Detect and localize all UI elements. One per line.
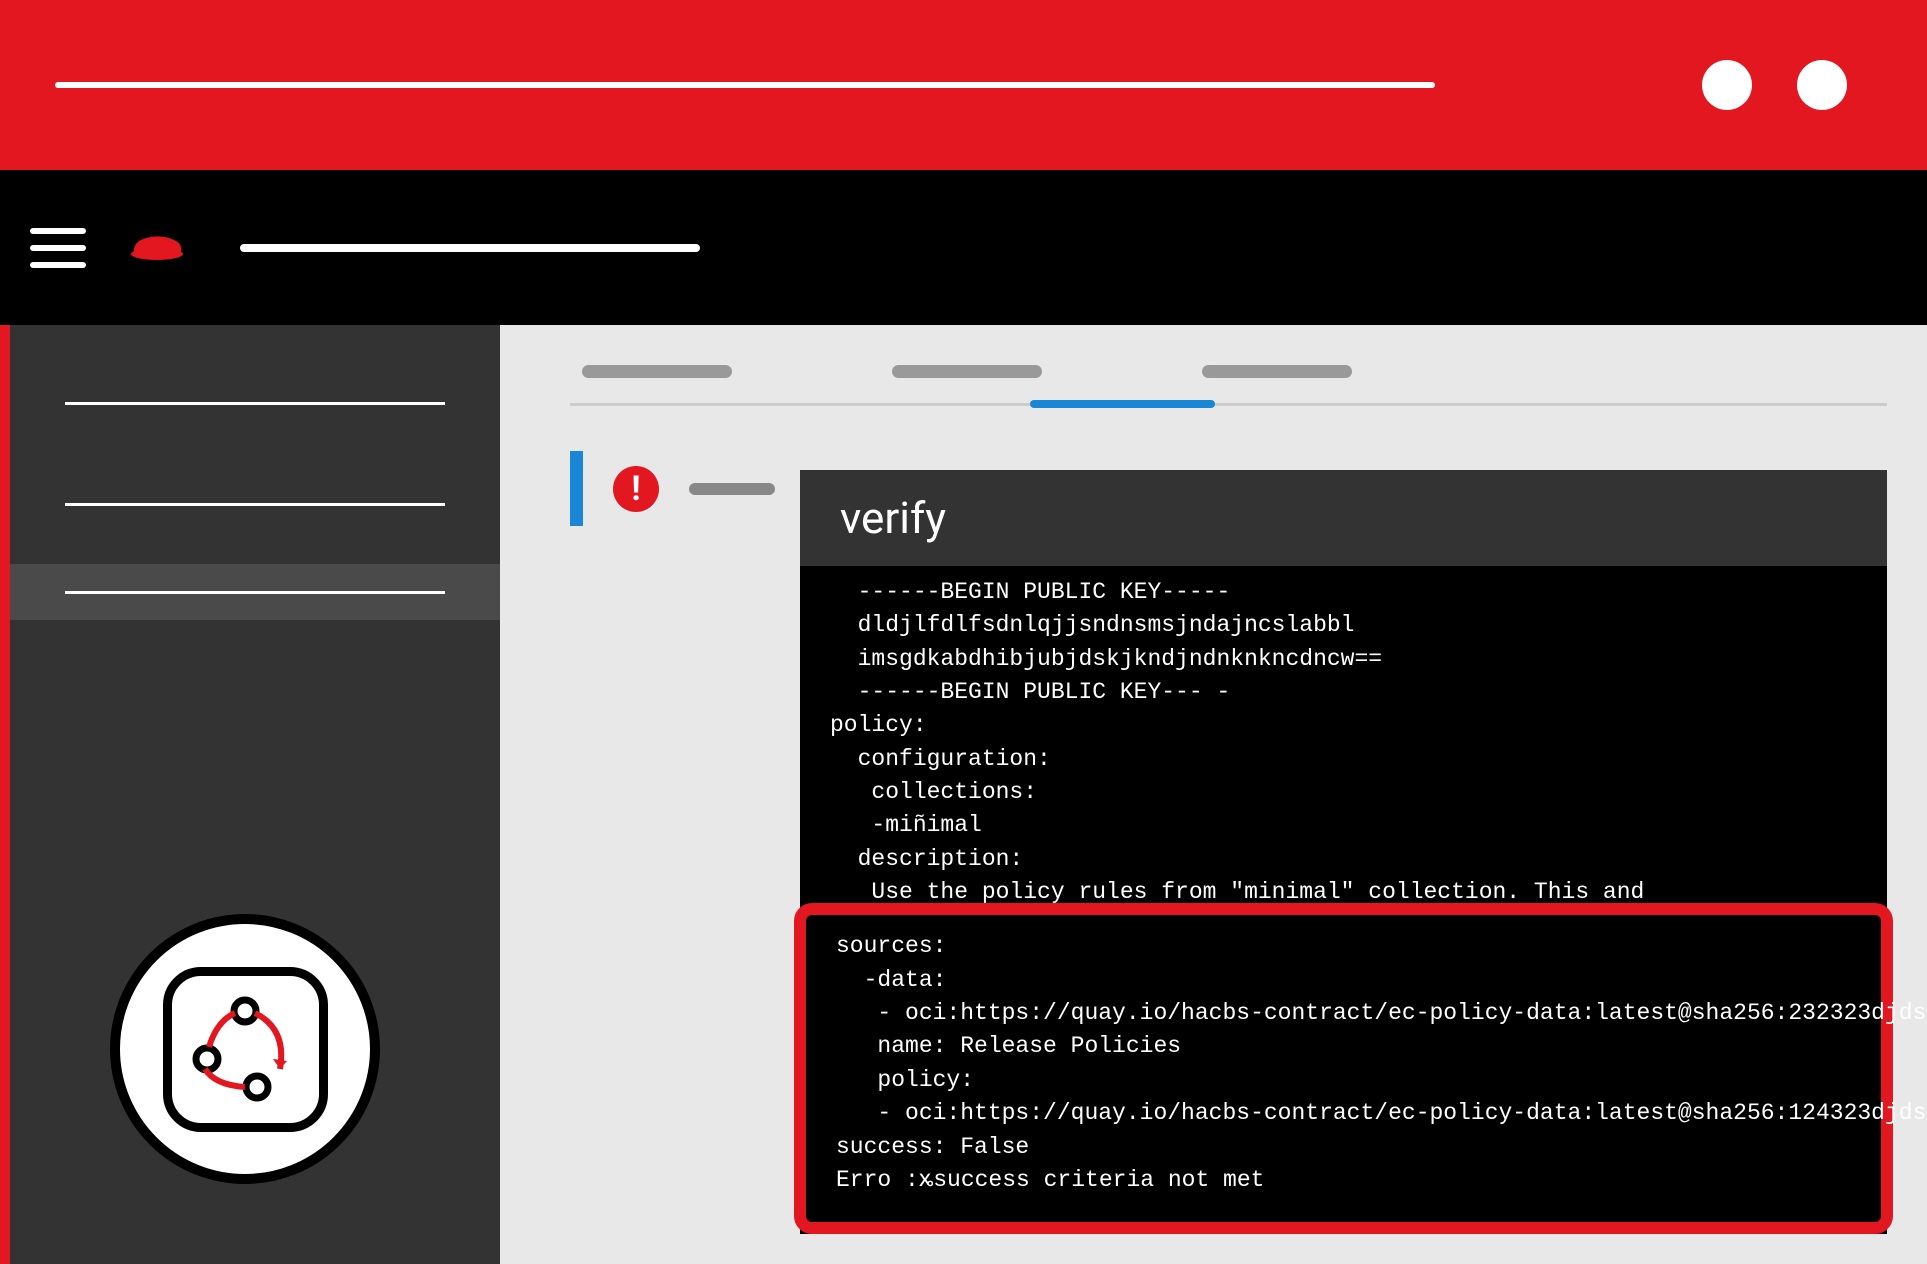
browser-topbar — [0, 0, 1927, 170]
sidebar-item-3-active[interactable] — [10, 564, 500, 620]
window-controls — [1702, 60, 1847, 110]
active-tab-indicator — [1030, 400, 1215, 408]
tab-divider — [570, 403, 1887, 406]
header-title-placeholder — [240, 244, 700, 252]
terminal-panel: verify ------BEGIN PUBLIC KEY----- dldjl… — [800, 470, 1887, 1234]
tab-2[interactable] — [892, 365, 1042, 378]
alert-glyph: ! — [631, 469, 640, 509]
terminal-title: verify — [800, 470, 1887, 566]
main-panel: ! verify ------BEGIN PUBLIC KEY----- dld… — [500, 325, 1927, 1264]
cycle-icon — [163, 967, 328, 1132]
app-header — [0, 170, 1927, 325]
tab-1[interactable] — [582, 365, 732, 378]
sidebar-item-2[interactable] — [10, 476, 500, 532]
window-control-1[interactable] — [1702, 60, 1752, 110]
window-control-2[interactable] — [1797, 60, 1847, 110]
sidebar-item-1[interactable] — [10, 375, 500, 431]
step-label-placeholder — [689, 483, 775, 495]
sidebar — [0, 325, 500, 1264]
app-frame: ! verify ------BEGIN PUBLIC KEY----- dld… — [0, 0, 1927, 1264]
redhat-fedora-icon — [126, 224, 190, 272]
alert-icon: ! — [613, 466, 659, 512]
terminal-output-upper: ------BEGIN PUBLIC KEY----- dldjlfdlfsdn… — [800, 566, 1887, 909]
hamburger-menu-icon[interactable] — [30, 228, 86, 268]
tab-3-active[interactable] — [1202, 365, 1352, 378]
content-area: ! verify ------BEGIN PUBLIC KEY----- dld… — [0, 325, 1927, 1264]
step-active-marker — [570, 451, 583, 526]
pipeline-badge — [110, 914, 380, 1184]
terminal-error-highlight: sources: -data: - oci:https://quay.io/ha… — [794, 903, 1893, 1234]
tabs — [582, 365, 1887, 378]
url-bar-placeholder[interactable] — [55, 82, 1435, 88]
